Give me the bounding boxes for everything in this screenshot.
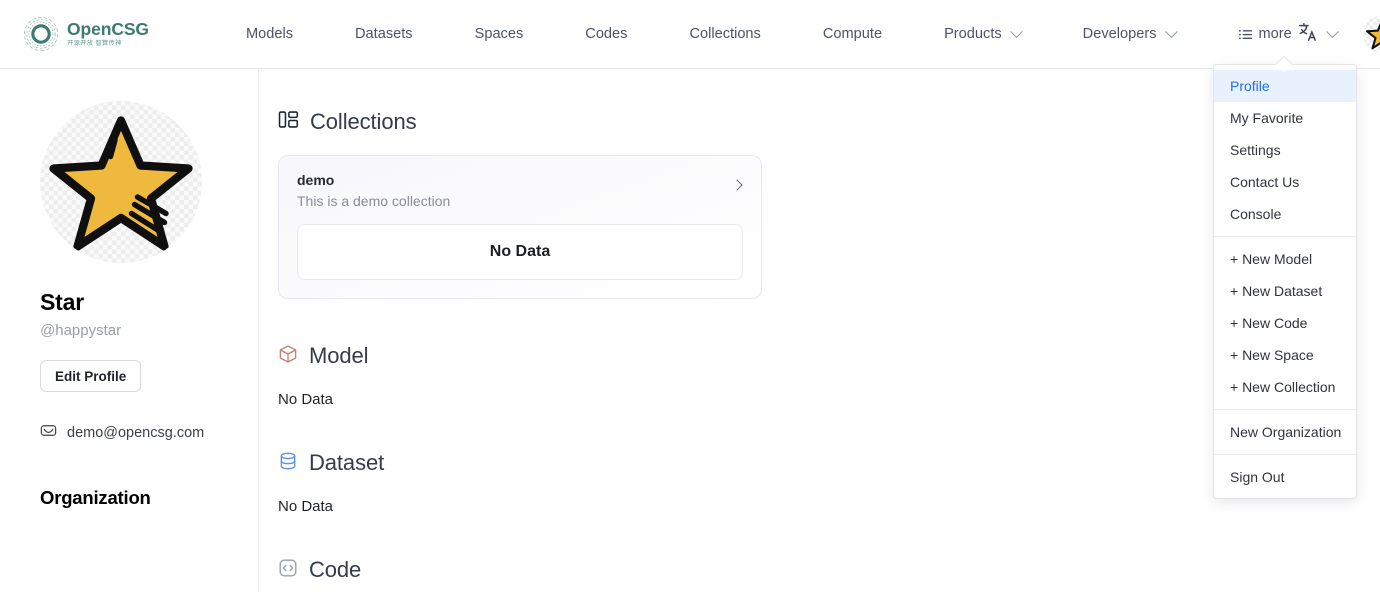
nav-item-codes[interactable]: Codes	[580, 26, 632, 42]
star-avatar-icon	[46, 107, 196, 257]
profile-avatar	[40, 101, 202, 263]
nav-label: Compute	[823, 26, 882, 42]
nav-item-developers[interactable]: Developers	[1078, 26, 1181, 42]
collection-card-demo[interactable]: demo This is a demo collection No Data	[278, 155, 762, 299]
menu-item-new-code[interactable]: + New Code	[1214, 307, 1356, 339]
organization-heading: Organization	[40, 487, 258, 509]
collection-empty-state: No Data	[297, 224, 743, 280]
nav-label: Spaces	[475, 26, 524, 42]
dataset-title: Dataset	[309, 450, 384, 476]
code-icon	[278, 558, 298, 583]
collection-name: demo	[297, 172, 743, 188]
nav-label: Collections	[689, 26, 760, 42]
nav-item-models[interactable]: Models	[241, 26, 298, 42]
menu-item-new-model[interactable]: + New Model	[1214, 243, 1356, 275]
menu-item-new-collection[interactable]: + New Collection	[1214, 371, 1356, 403]
profile-email-row: demo@opencsg.com	[40, 422, 258, 443]
site-header: OpenCSG 开源开放 智算传神 Models Datasets Spaces…	[0, 0, 1380, 69]
cube-icon	[278, 344, 298, 369]
menu-item-new-organization[interactable]: New Organization	[1214, 416, 1356, 448]
nav-item-collections[interactable]: Collections	[684, 26, 765, 42]
nav-item-compute[interactable]: Compute	[818, 26, 887, 42]
menu-divider	[1214, 409, 1356, 410]
profile-display-name: Star	[40, 289, 258, 316]
profile-email: demo@opencsg.com	[67, 425, 204, 441]
menu-item-my-favorite[interactable]: My Favorite	[1214, 102, 1356, 134]
nav-item-spaces[interactable]: Spaces	[470, 26, 529, 42]
header-right-actions	[1297, 15, 1380, 53]
star-avatar-icon	[1365, 17, 1380, 51]
logo-link[interactable]: OpenCSG 开源开放 智算传神	[22, 15, 149, 53]
menu-item-settings[interactable]: Settings	[1214, 134, 1356, 166]
list-icon	[1238, 27, 1253, 42]
menu-item-console[interactable]: Console	[1214, 198, 1356, 230]
profile-sidebar: Star @happystar Edit Profile demo@opencs…	[0, 69, 259, 592]
language-switcher[interactable]	[1297, 21, 1337, 48]
database-icon	[278, 451, 298, 476]
collections-title: Collections	[310, 109, 417, 135]
chevron-down-icon	[1165, 25, 1178, 38]
chevron-down-icon	[1010, 25, 1023, 38]
code-section: Code No Data	[278, 557, 1380, 592]
collection-description: This is a demo collection	[297, 193, 743, 209]
code-title: Code	[309, 557, 361, 583]
layout-panels-icon	[278, 109, 299, 135]
menu-item-new-space[interactable]: + New Space	[1214, 339, 1356, 371]
nav-label: Models	[246, 26, 293, 42]
opencsg-ring-logo-icon	[22, 15, 60, 53]
menu-item-sign-out[interactable]: Sign Out	[1214, 461, 1356, 493]
menu-divider	[1214, 236, 1356, 237]
main-navigation: Models Datasets Spaces Codes Collections…	[241, 26, 1297, 42]
nav-label: more	[1259, 26, 1292, 42]
menu-divider	[1214, 454, 1356, 455]
nav-label: Datasets	[355, 26, 413, 42]
model-title: Model	[309, 343, 368, 369]
edit-profile-button[interactable]: Edit Profile	[40, 360, 141, 392]
chevron-down-icon	[1326, 25, 1339, 38]
profile-main-content: Collections demo This is a demo collecti…	[260, 69, 1380, 592]
menu-item-profile[interactable]: Profile	[1214, 70, 1356, 102]
avatar[interactable]	[1363, 15, 1380, 53]
logo-subtitle: 开源开放 智算传神	[67, 41, 149, 47]
nav-item-products[interactable]: Products	[939, 26, 1026, 42]
nav-item-more[interactable]: more	[1233, 26, 1297, 42]
menu-item-contact-us[interactable]: Contact Us	[1214, 166, 1356, 198]
nav-item-datasets[interactable]: Datasets	[350, 26, 418, 42]
user-menu-dropdown: Profile My Favorite Settings Contact Us …	[1213, 64, 1357, 499]
envelope-icon	[40, 422, 57, 443]
nav-label: Products	[944, 26, 1002, 42]
nav-label: Codes	[585, 26, 627, 42]
translate-icon	[1297, 21, 1319, 48]
menu-item-new-dataset[interactable]: + New Dataset	[1214, 275, 1356, 307]
dataset-empty-state: No Data	[278, 498, 1380, 515]
nav-label: Developers	[1083, 26, 1157, 42]
logo-wordmark: OpenCSG	[67, 21, 149, 39]
code-section-header: Code	[278, 557, 1380, 583]
profile-handle: @happystar	[40, 322, 258, 339]
